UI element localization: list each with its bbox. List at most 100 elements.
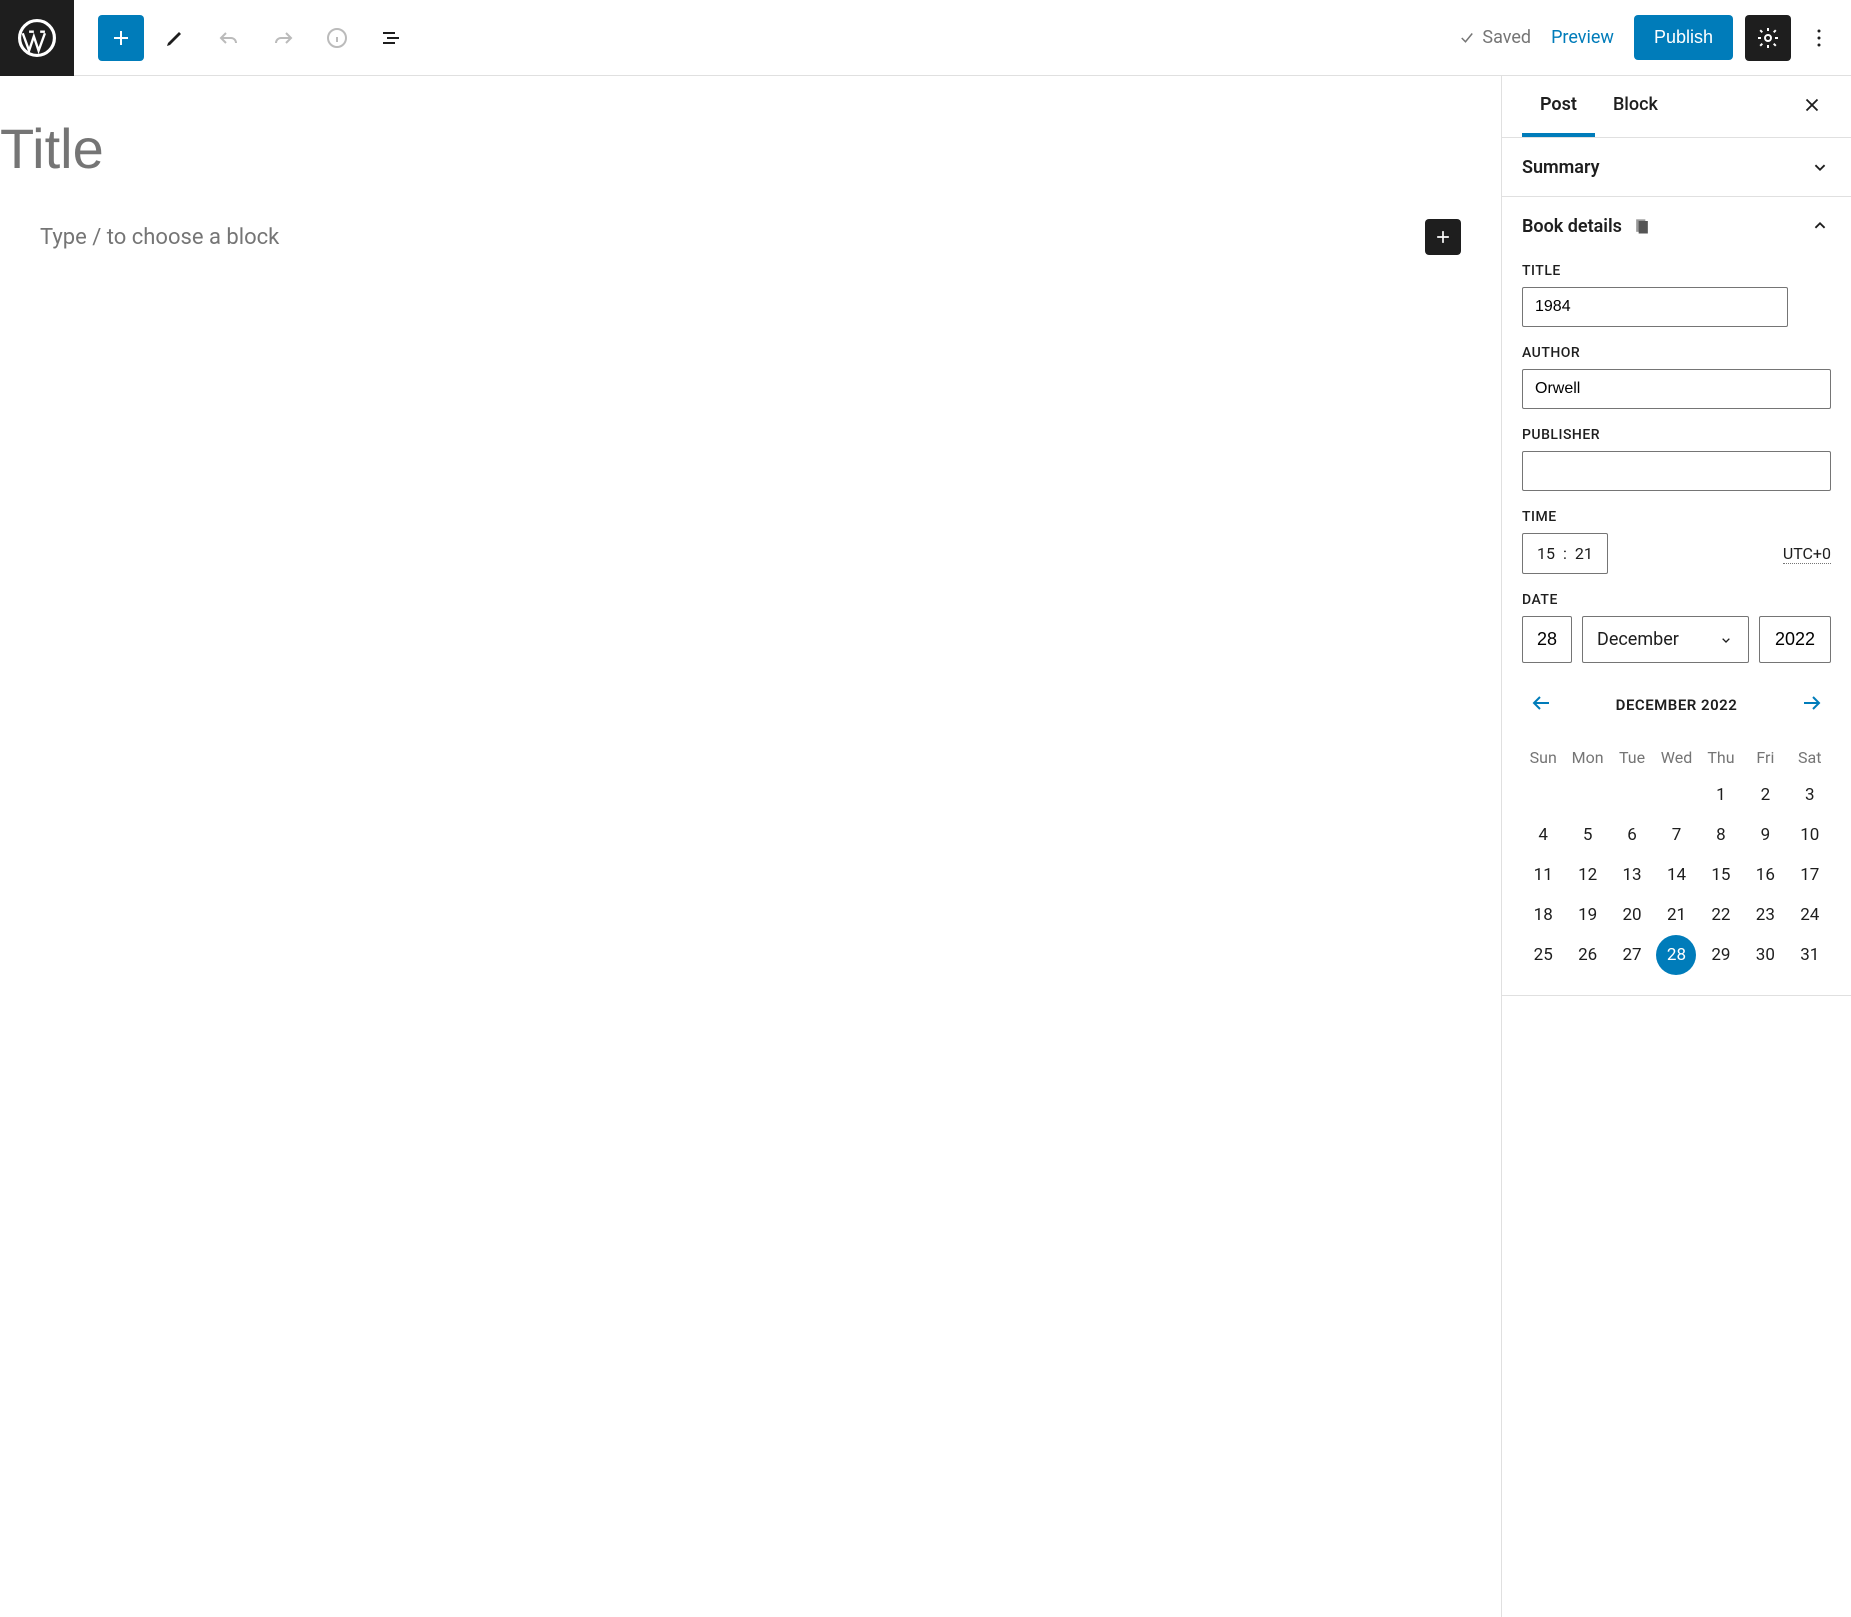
calendar-day[interactable]: 14: [1655, 855, 1697, 895]
panel-book-details-header[interactable]: Book details: [1502, 197, 1851, 255]
panel-summary-header[interactable]: Summary: [1502, 138, 1851, 196]
calendar-day[interactable]: 9: [1744, 815, 1786, 855]
calendar-nav: DECEMBER 2022: [1522, 687, 1831, 722]
calendar-day[interactable]: 31: [1789, 935, 1831, 975]
add-block-toolbar-button[interactable]: [98, 15, 144, 61]
arrow-left-icon: [1530, 691, 1554, 715]
tab-block[interactable]: Block: [1595, 76, 1676, 137]
calendar-day[interactable]: 6: [1611, 815, 1653, 855]
redo-icon: [271, 26, 295, 50]
time-input[interactable]: 15 : 21: [1522, 533, 1608, 574]
gear-icon: [1756, 26, 1780, 50]
redo-button[interactable]: [260, 15, 306, 61]
calendar-day[interactable]: 11: [1522, 855, 1564, 895]
panel-book-details-title: Book details: [1522, 216, 1622, 237]
chevron-down-icon: [1809, 156, 1831, 178]
add-block-inline-button[interactable]: [1425, 219, 1461, 255]
calendar-day[interactable]: 26: [1566, 935, 1608, 975]
calendar-month-label: DECEMBER 2022: [1616, 696, 1738, 714]
post-title-input[interactable]: [0, 116, 1501, 181]
calendar-day[interactable]: 29: [1700, 935, 1742, 975]
calendar-day[interactable]: 28: [1656, 935, 1696, 975]
calendar-day[interactable]: 4: [1522, 815, 1564, 855]
calendar-weekday: Sat: [1789, 740, 1831, 775]
calendar-day[interactable]: 25: [1522, 935, 1564, 975]
panel-book-details-body: TITLE AUTHOR PUBLISHER TIME 15: [1502, 255, 1851, 995]
close-icon: [1801, 94, 1823, 116]
date-label: DATE: [1522, 592, 1831, 608]
undo-button[interactable]: [206, 15, 252, 61]
author-input[interactable]: [1522, 369, 1831, 409]
outline-icon: [379, 26, 403, 50]
info-button[interactable]: [314, 15, 360, 61]
calendar-day[interactable]: 30: [1744, 935, 1786, 975]
calendar-day[interactable]: 10: [1789, 815, 1831, 855]
calendar-day[interactable]: 15: [1700, 855, 1742, 895]
calendar-day[interactable]: 22: [1700, 895, 1742, 935]
arrow-right-icon: [1799, 691, 1823, 715]
close-sidebar-button[interactable]: [1793, 86, 1831, 127]
calendar-day[interactable]: 7: [1655, 815, 1697, 855]
calendar-day[interactable]: 8: [1700, 815, 1742, 855]
title-input[interactable]: [1522, 287, 1788, 327]
check-icon: [1458, 29, 1476, 47]
calendar-day[interactable]: 3: [1789, 775, 1831, 815]
date-month-select[interactable]: December: [1582, 616, 1749, 663]
block-placeholder-row: Type / to choose a block: [0, 219, 1501, 255]
block-placeholder-text[interactable]: Type / to choose a block: [40, 225, 1425, 250]
field-time: TIME 15 : 21 UTC+0: [1522, 509, 1831, 574]
time-min: 21: [1575, 544, 1593, 563]
info-icon: [325, 26, 349, 50]
preview-link[interactable]: Preview: [1543, 27, 1622, 48]
calendar-day[interactable]: 13: [1611, 855, 1653, 895]
calendar-day[interactable]: 27: [1611, 935, 1653, 975]
calendar-weekday: Wed: [1655, 740, 1697, 775]
calendar-day[interactable]: 12: [1566, 855, 1608, 895]
undo-icon: [217, 26, 241, 50]
date-day-input[interactable]: [1522, 616, 1572, 663]
edit-mode-button[interactable]: [152, 15, 198, 61]
calendar-weekday-row: SunMonTueWedThuFriSat: [1522, 740, 1831, 775]
wordpress-icon: [18, 19, 56, 57]
saved-label: Saved: [1482, 27, 1531, 48]
calendar-day[interactable]: 16: [1744, 855, 1786, 895]
calendar-day[interactable]: 21: [1655, 895, 1697, 935]
date-year-input[interactable]: [1759, 616, 1831, 663]
saved-status: Saved: [1458, 27, 1531, 48]
calendar-weekday: Mon: [1566, 740, 1608, 775]
plus-icon: [1433, 227, 1453, 247]
outline-button[interactable]: [368, 15, 414, 61]
tab-post[interactable]: Post: [1522, 76, 1595, 137]
calendar-day[interactable]: 23: [1744, 895, 1786, 935]
more-options-button[interactable]: [1803, 15, 1835, 61]
title-label: TITLE: [1522, 263, 1831, 279]
calendar-prev-button[interactable]: [1526, 687, 1558, 722]
publish-button[interactable]: Publish: [1634, 15, 1733, 60]
field-publisher: PUBLISHER: [1522, 427, 1831, 491]
field-author: AUTHOR: [1522, 345, 1831, 409]
panel-book-details: Book details TITLE AUTHOR PUBLISHER: [1502, 197, 1851, 996]
editor-toolbar: Saved Preview Publish: [0, 0, 1851, 76]
calendar-day[interactable]: 20: [1611, 895, 1653, 935]
calendar-day[interactable]: 18: [1522, 895, 1564, 935]
timezone-label: UTC+0: [1783, 544, 1831, 564]
calendar-weekday: Fri: [1744, 740, 1786, 775]
publisher-input[interactable]: [1522, 451, 1831, 491]
chevron-down-icon: [1718, 632, 1734, 648]
plus-icon: [109, 26, 133, 50]
sidebar-tabs: Post Block: [1502, 76, 1851, 138]
settings-button[interactable]: [1745, 15, 1791, 61]
main-content: Type / to choose a block Post Block Summ…: [0, 76, 1851, 1617]
pencil-icon: [163, 26, 187, 50]
calendar-day[interactable]: 24: [1789, 895, 1831, 935]
calendar-day[interactable]: 5: [1566, 815, 1608, 855]
time-label: TIME: [1522, 509, 1831, 525]
calendar-day[interactable]: 19: [1566, 895, 1608, 935]
calendar-day[interactable]: 1: [1700, 775, 1742, 815]
book-icon: [1632, 216, 1652, 236]
calendar-next-button[interactable]: [1795, 687, 1827, 722]
wordpress-logo[interactable]: [0, 0, 74, 76]
calendar-day[interactable]: 2: [1744, 775, 1786, 815]
editor-canvas: Type / to choose a block: [0, 76, 1501, 1617]
calendar-day[interactable]: 17: [1789, 855, 1831, 895]
